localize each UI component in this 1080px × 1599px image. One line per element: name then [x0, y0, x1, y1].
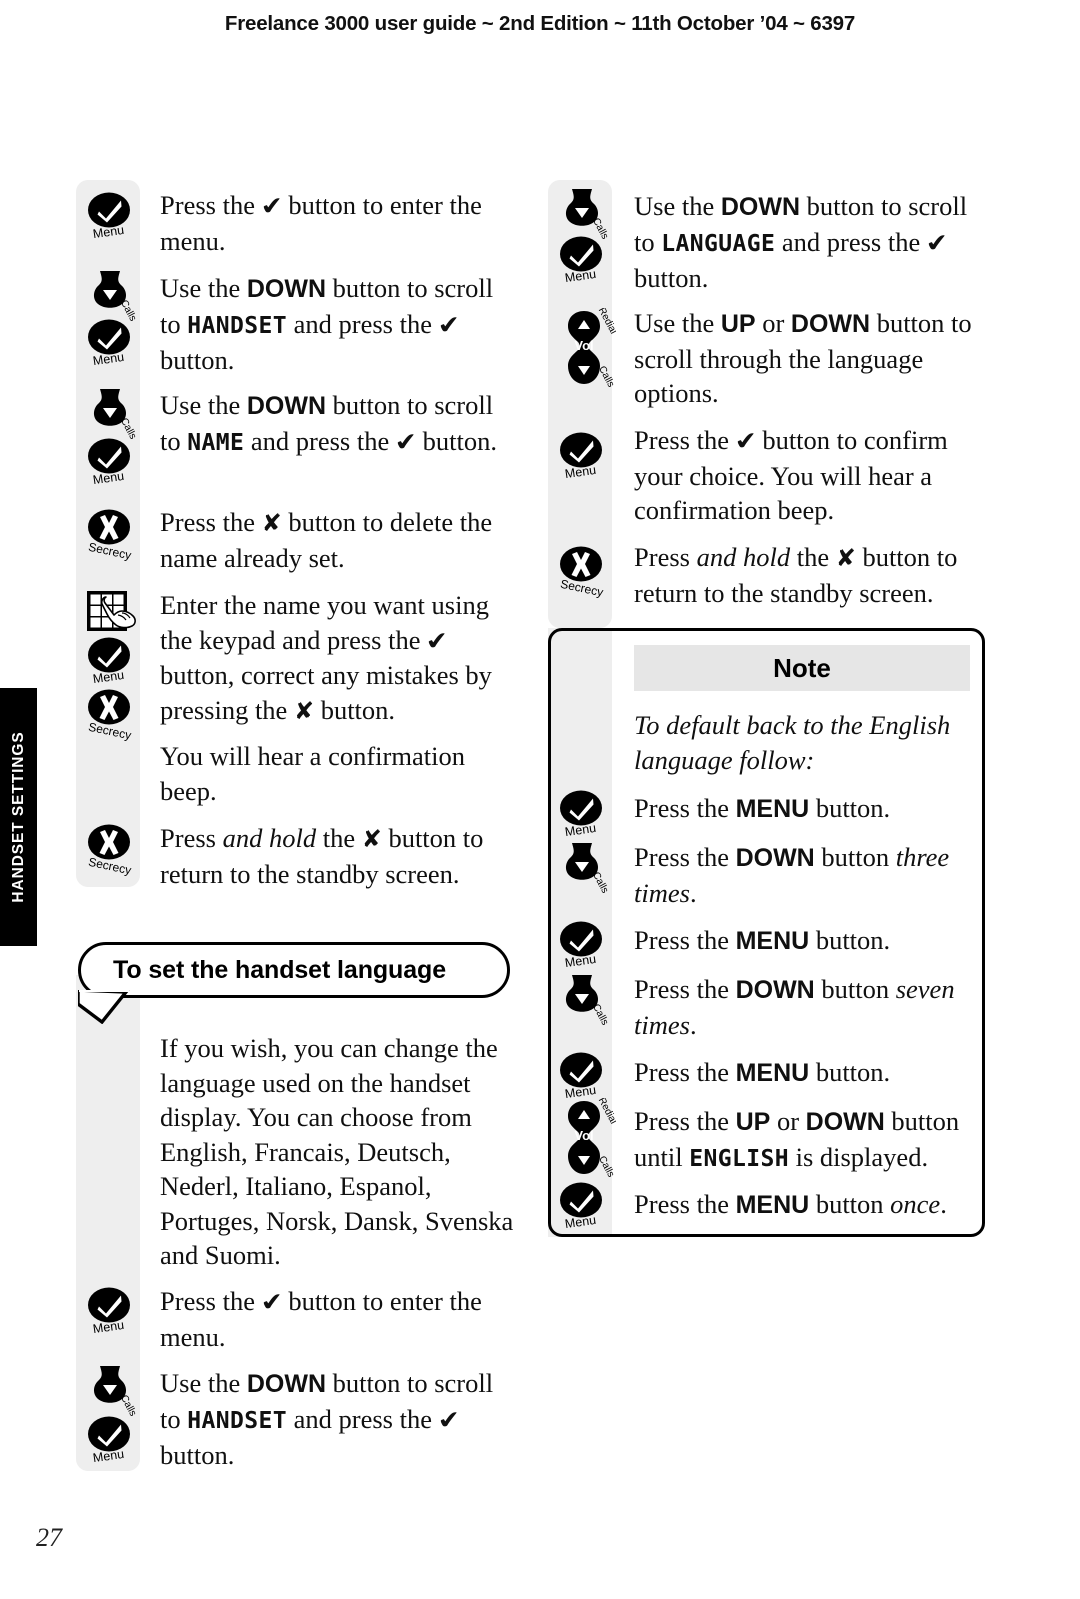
menu-button-icon: Menu [88, 192, 130, 241]
step-icon-menu: Menu [552, 232, 616, 290]
section-callout-label: To set the handset language [113, 955, 446, 984]
secrecy-button-icon: Secrecy [87, 824, 132, 878]
volume-rocker-icon: VolRedialCalls [568, 308, 616, 389]
svg-text:Secrecy: Secrecy [87, 540, 132, 563]
step-icon-secrecy: Secrecy [80, 820, 144, 878]
svg-text:Secrecy: Secrecy [559, 577, 604, 600]
svg-text:Menu: Menu [564, 463, 597, 481]
svg-text:Menu: Menu [92, 350, 125, 368]
left-step-3-text: Use the DOWN button to scroll to NAME an… [160, 390, 497, 457]
step-icon-secrecy: Secrecy [80, 505, 144, 563]
step-icon-menu: Menu [80, 1283, 144, 1341]
svg-text:Menu: Menu [92, 1447, 125, 1465]
right-step-1-text: Use the DOWN button to scroll to LANGUAG… [634, 191, 968, 293]
svg-text:Menu: Menu [92, 223, 125, 241]
step-icon-secrecy: Secrecy [80, 685, 144, 743]
svg-text:Menu: Menu [92, 668, 125, 686]
step-icon-menu: Menu [80, 315, 144, 373]
menu-button-icon: Menu [88, 438, 130, 487]
language-step-2-text: Use the DOWN button to scroll to HANDSET… [160, 1368, 494, 1470]
svg-text:Secrecy: Secrecy [87, 720, 132, 743]
note-title: Note [634, 645, 970, 691]
right-step-2-text: Use the UP or DOWN button to scroll thro… [634, 308, 972, 408]
menu-button-icon: Menu [560, 432, 602, 481]
language-step-1-text: Press the ✔ button to enter the menu. [160, 1286, 482, 1352]
left-step-4-text: Press the ✘ button to delete the name al… [160, 507, 493, 573]
left-step-2-text: Use the DOWN button to scroll to HANDSET… [160, 273, 494, 375]
secrecy-button-icon: Secrecy [559, 546, 604, 600]
step-icon-menu: Menu [80, 188, 144, 246]
svg-text:Menu: Menu [564, 267, 597, 285]
secrecy-button-icon: Secrecy [87, 509, 132, 563]
right-step-3-text: Press the ✔ button to confirm your choic… [634, 425, 948, 525]
left-step-6-text: You will hear a confirmation beep. [160, 741, 465, 806]
menu-button-icon: Menu [88, 1416, 130, 1465]
step-icon-vol: Vol Redial Calls [552, 308, 616, 389]
step-icon-menu: Menu [80, 434, 144, 492]
page-number: 27 [36, 1523, 62, 1552]
menu-button-icon: Menu [88, 1287, 130, 1336]
language-intro-text: If you wish, you can change the language… [160, 1033, 514, 1270]
section-thumb-tab: HANDSET SETTINGS [0, 688, 37, 946]
right-step-4-text: Press and hold the ✘ button to return to… [634, 542, 958, 608]
menu-button-icon: Menu [88, 637, 130, 686]
menu-button-icon: Menu [88, 319, 130, 368]
left-step-7-text: Press and hold the ✘ button to return to… [160, 823, 484, 889]
note-box [548, 628, 985, 1237]
step-icon-menu: Menu [80, 1412, 144, 1470]
step-icon-calls: Calls [80, 1361, 144, 1419]
svg-text:Vol: Vol [574, 338, 593, 353]
callout-tail-icon [78, 990, 130, 1024]
section-thumb-tab-label: HANDSET SETTINGS [9, 731, 27, 903]
step-icon-secrecy: Secrecy [552, 542, 616, 600]
calls-down-button-icon: Calls [93, 1366, 138, 1418]
step-icon-menu: Menu [80, 633, 144, 691]
secrecy-button-icon: Secrecy [87, 689, 132, 743]
step-icon-menu: Menu [552, 428, 616, 486]
menu-button-icon: Menu [560, 236, 602, 285]
svg-text:Menu: Menu [92, 469, 125, 487]
running-header: Freelance 3000 user guide ~ 2nd Edition … [224, 12, 856, 35]
svg-text:Calls: Calls [596, 364, 616, 389]
left-step-5-text: Enter the name you want using the keypad… [160, 590, 492, 725]
left-step-1-text: Press the ✔ button to enter the menu. [160, 190, 482, 256]
svg-text:Menu: Menu [92, 1318, 125, 1336]
svg-text:Secrecy: Secrecy [87, 855, 132, 878]
